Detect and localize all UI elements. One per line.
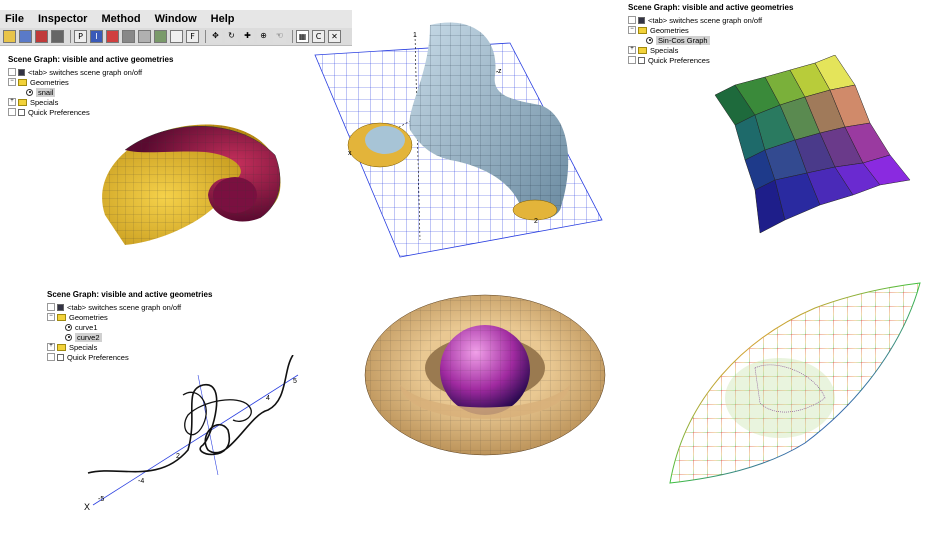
grid-icon[interactable]: ▦ xyxy=(296,30,309,43)
print-icon[interactable] xyxy=(35,30,48,43)
geometries-node[interactable]: − Geometries xyxy=(47,312,212,322)
radio-selected-icon[interactable] xyxy=(65,323,72,331)
specials-label: Specials xyxy=(30,97,59,107)
geometry-item[interactable]: Sin-Cos Graph xyxy=(628,35,793,45)
tab-hint-row: <tab> switches scene graph on/off xyxy=(628,15,793,25)
camera-icon[interactable] xyxy=(51,30,64,43)
axis-tick-label: 2 xyxy=(534,218,538,225)
geometry-label-2: curve2 xyxy=(75,332,102,342)
geometries-label: Geometries xyxy=(30,77,69,87)
snail-surface[interactable] xyxy=(85,110,295,250)
rainbow-mesh[interactable] xyxy=(665,278,925,488)
geometry-label-1: curve1 xyxy=(75,322,98,332)
geometry-label: snail xyxy=(36,87,56,97)
folder-open-icon xyxy=(57,313,66,321)
cursor-icon[interactable]: ☜ xyxy=(273,30,286,43)
geometries-label: Geometries xyxy=(69,312,108,322)
radio-selected-icon[interactable] xyxy=(65,333,72,341)
rotate-icon[interactable]: ↻ xyxy=(225,30,238,43)
light-icon[interactable] xyxy=(170,30,183,43)
tick-label-2: 2 xyxy=(176,453,180,460)
radio-selected-icon[interactable] xyxy=(646,36,653,44)
geometries-node[interactable]: − Geometries xyxy=(8,77,173,87)
menu-inspector[interactable]: Inspector xyxy=(33,10,97,28)
document-icon xyxy=(18,108,25,116)
geometries-node[interactable]: − Geometries xyxy=(628,25,793,35)
axes-icon[interactable] xyxy=(122,30,135,43)
tab-hint: <tab> switches scene graph on/off xyxy=(67,302,182,312)
geometries-label: Geometries xyxy=(650,25,689,35)
tick-label-5: 5 xyxy=(293,378,297,385)
geometry-item[interactable]: snail xyxy=(8,87,173,97)
folder-icon xyxy=(638,46,647,54)
menu-method[interactable]: Method xyxy=(96,10,149,28)
tick-label-neg4: -4 xyxy=(138,478,144,485)
folder-open-icon xyxy=(638,26,647,34)
space-curves[interactable]: X 2 4 -4 -5 5 xyxy=(78,355,318,520)
menu-help[interactable]: Help xyxy=(206,10,244,28)
zoom-icon[interactable]: ⊕ xyxy=(257,30,270,43)
geometry-item-2[interactable]: curve2 xyxy=(47,332,212,342)
translate-icon[interactable]: ✚ xyxy=(241,30,254,43)
tab-hint-icon xyxy=(18,68,25,76)
specials-label: Specials xyxy=(650,45,679,55)
sin-cos-surface[interactable] xyxy=(695,55,925,235)
scene-graph-panel-1: Scene Graph: visible and active geometri… xyxy=(8,55,173,117)
folder-open-icon xyxy=(18,78,27,86)
specials-node[interactable]: + Specials xyxy=(47,342,212,352)
tick-label-4: 4 xyxy=(266,395,270,402)
axis-y-label: 1 xyxy=(413,32,417,39)
quick-prefs-label: Quick Preferences xyxy=(28,107,90,117)
menu-window[interactable]: Window xyxy=(150,10,206,28)
specials-node[interactable]: + Specials xyxy=(628,45,793,55)
tab-hint-row: <tab> switches scene graph on/off xyxy=(47,302,212,312)
label-icon[interactable]: P xyxy=(74,30,87,43)
tab-hint: <tab> switches scene graph on/off xyxy=(648,15,763,25)
geometry-label: Sin-Cos Graph xyxy=(656,35,710,45)
document-icon xyxy=(638,56,645,64)
specials-label: Specials xyxy=(69,342,98,352)
tractrix-surface[interactable]: x 1 2 z xyxy=(310,15,610,260)
menu-bar: File Inspector Method Window Help xyxy=(0,10,352,28)
tab-hint-row: <tab> switches scene graph on/off xyxy=(8,67,173,77)
specials-node[interactable]: + Specials xyxy=(8,97,173,107)
bounding-box-icon[interactable] xyxy=(138,30,151,43)
axis-x-label: X xyxy=(84,502,90,512)
open-icon[interactable] xyxy=(3,30,16,43)
torus-sphere[interactable] xyxy=(360,290,610,460)
scene-graph-title: Scene Graph: visible and active geometri… xyxy=(628,3,794,12)
tab-hint: <tab> switches scene graph on/off xyxy=(28,67,143,77)
save-icon[interactable] xyxy=(19,30,32,43)
document-icon xyxy=(57,353,64,361)
radio-selected-icon[interactable] xyxy=(26,88,33,96)
tab-hint-icon xyxy=(57,303,64,311)
scene-graph-panel-4: Scene Graph: visible and active geometri… xyxy=(47,290,212,362)
geometry-item-1[interactable]: curve1 xyxy=(47,322,212,332)
axis-z-label: z xyxy=(498,68,502,75)
tick-label-neg5: -5 xyxy=(98,496,104,503)
folder-icon xyxy=(57,343,66,351)
material-icon[interactable]: F xyxy=(186,30,199,43)
axis-x-label: x xyxy=(348,150,352,157)
tab-hint-icon xyxy=(638,16,645,24)
folder-icon xyxy=(18,98,27,106)
color-icon[interactable] xyxy=(106,30,119,43)
scene-graph-title: Scene Graph: visible and active geometri… xyxy=(8,55,174,64)
move-icon[interactable]: ✥ xyxy=(209,30,222,43)
display-icon[interactable] xyxy=(154,30,167,43)
info-icon[interactable]: I xyxy=(90,30,103,43)
menu-file[interactable]: File xyxy=(0,10,33,28)
scene-graph-title: Scene Graph: visible and active geometri… xyxy=(47,290,213,299)
toolbar: P I F ✥ ↻ ✚ ⊕ ☜ ▦ C ✕ xyxy=(0,28,352,46)
